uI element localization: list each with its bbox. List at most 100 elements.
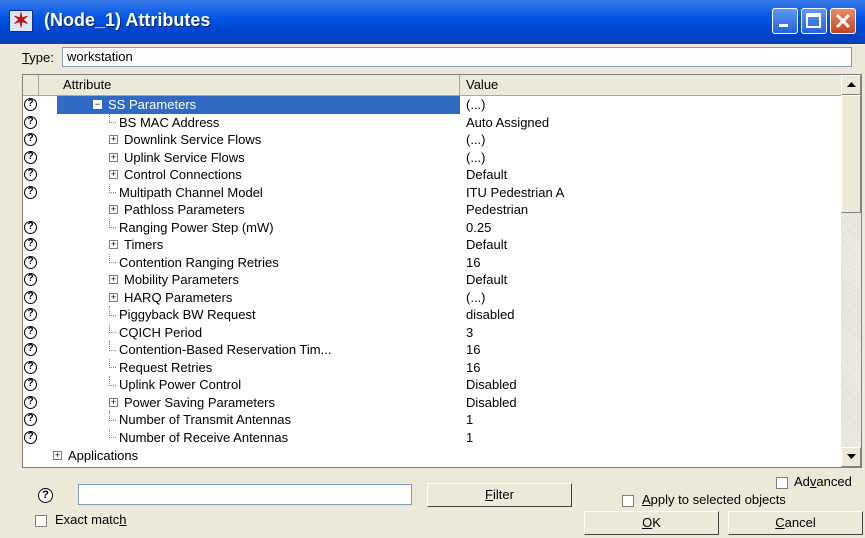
help-icon[interactable]: ? bbox=[24, 115, 37, 129]
help-icon[interactable]: ? bbox=[24, 238, 37, 251]
table-row[interactable]: ? + Timers Default bbox=[23, 236, 841, 254]
help-icon[interactable]: ? bbox=[24, 98, 37, 111]
expand-icon[interactable]: + bbox=[109, 292, 118, 302]
attribute-cell[interactable]: Number of Receive Antennas bbox=[57, 428, 460, 447]
scroll-thumb[interactable] bbox=[841, 95, 861, 213]
collapse-icon[interactable]: − bbox=[93, 100, 102, 110]
value-cell[interactable]: (...) bbox=[466, 131, 836, 149]
help-cell[interactable]: ? bbox=[23, 307, 38, 322]
value-cell[interactable]: 16 bbox=[466, 359, 836, 377]
cancel-button[interactable]: Cancel bbox=[728, 511, 863, 535]
help-icon[interactable]: ? bbox=[24, 360, 37, 374]
attribute-cell[interactable]: Multipath Channel Model bbox=[57, 183, 460, 202]
table-row[interactable]: ? + Downlink Service Flows (...) bbox=[23, 131, 841, 149]
help-cell[interactable]: ? bbox=[23, 360, 38, 375]
help-icon[interactable]: ? bbox=[24, 255, 37, 269]
header-value[interactable]: Value bbox=[460, 75, 841, 95]
exact-match-checkbox-box[interactable] bbox=[35, 514, 47, 527]
help-icon[interactable]: ? bbox=[24, 430, 37, 444]
value-cell[interactable]: (...) bbox=[466, 96, 836, 114]
help-cell[interactable]: ? bbox=[23, 430, 38, 445]
table-row[interactable]: ? + Control Connections Default bbox=[23, 166, 841, 184]
attribute-cell[interactable]: BS MAC Address bbox=[57, 113, 460, 132]
table-row[interactable]: ? − SS Parameters (...) bbox=[23, 96, 841, 114]
attribute-cell[interactable]: + Uplink Service Flows bbox=[57, 149, 460, 167]
scroll-down-button[interactable] bbox=[841, 447, 861, 467]
attribute-cell[interactable]: Contention Ranging Retries bbox=[57, 253, 460, 272]
help-icon[interactable]: ? bbox=[24, 395, 37, 409]
title-bar[interactable]: ✶ (Node_1) Attributes bbox=[0, 0, 865, 44]
expand-icon[interactable]: + bbox=[109, 135, 118, 145]
table-row[interactable]: + Pathloss Parameters Pedestrian bbox=[23, 201, 841, 219]
help-cell[interactable]: ? bbox=[23, 115, 38, 130]
help-icon[interactable]: ? bbox=[24, 273, 37, 286]
value-cell[interactable]: (...) bbox=[466, 149, 836, 167]
help-cell[interactable]: ? bbox=[23, 132, 38, 147]
value-cell[interactable]: 16 bbox=[466, 341, 836, 359]
value-cell[interactable]: Pedestrian bbox=[466, 201, 836, 219]
table-row[interactable]: ? + Uplink Service Flows (...) bbox=[23, 149, 841, 167]
table-row[interactable]: ? + Mobility Parameters Default bbox=[23, 271, 841, 289]
help-cell[interactable]: ? bbox=[23, 412, 38, 427]
expand-icon[interactable]: + bbox=[109, 152, 118, 162]
vertical-scrollbar[interactable] bbox=[841, 75, 861, 467]
attribute-cell[interactable]: Uplink Power Control bbox=[57, 376, 460, 394]
advanced-checkbox[interactable]: Advanced bbox=[776, 474, 852, 489]
table-row[interactable]: ? Request Retries 16 bbox=[23, 358, 841, 377]
help-icon[interactable]: ? bbox=[24, 413, 37, 426]
table-row[interactable]: ? + HARQ Parameters (...) bbox=[23, 289, 841, 307]
help-icon[interactable]: ? bbox=[24, 185, 37, 199]
attribute-cell[interactable]: CQICH Period bbox=[57, 323, 460, 342]
expand-icon[interactable]: + bbox=[109, 397, 118, 407]
help-cell[interactable]: ? bbox=[23, 220, 38, 235]
table-row[interactable]: ? CQICH Period 3 bbox=[23, 323, 841, 342]
advanced-checkbox-box[interactable] bbox=[776, 476, 788, 489]
help-cell[interactable]: ? bbox=[23, 377, 38, 392]
attribute-cell[interactable]: + HARQ Parameters bbox=[57, 289, 460, 307]
apply-checkbox-box[interactable] bbox=[622, 494, 634, 507]
value-cell[interactable]: ITU Pedestrian A bbox=[466, 184, 836, 202]
help-icon[interactable]: ? bbox=[24, 220, 37, 234]
attribute-cell[interactable]: + Timers bbox=[57, 236, 460, 254]
attribute-cell[interactable]: − SS Parameters bbox=[57, 96, 460, 114]
apply-to-selected-checkbox[interactable]: Apply to selected objects bbox=[622, 492, 786, 507]
expand-icon[interactable]: + bbox=[109, 240, 118, 250]
search-help-button[interactable]: ? bbox=[38, 488, 53, 503]
value-cell[interactable]: 16 bbox=[466, 254, 836, 272]
attribute-cell[interactable]: + Power Saving Parameters bbox=[57, 394, 460, 412]
search-input[interactable] bbox=[78, 484, 412, 505]
help-icon[interactable]: ? bbox=[24, 150, 37, 164]
value-cell[interactable]: Disabled bbox=[466, 394, 836, 412]
header-attribute[interactable]: Attribute bbox=[57, 75, 460, 95]
expand-icon[interactable]: + bbox=[109, 275, 118, 285]
table-row[interactable]: ? + Power Saving Parameters Disabled bbox=[23, 394, 841, 412]
help-icon[interactable]: ? bbox=[24, 133, 37, 146]
value-cell[interactable]: Default bbox=[466, 236, 836, 254]
help-cell[interactable]: ? bbox=[23, 272, 38, 287]
exact-match-checkbox[interactable]: Exact match bbox=[35, 512, 127, 527]
help-icon[interactable]: ? bbox=[24, 378, 37, 391]
attribute-cell[interactable]: + Control Connections bbox=[57, 166, 460, 184]
value-cell[interactable]: (...) bbox=[466, 289, 836, 307]
table-row[interactable]: ? BS MAC Address Auto Assigned bbox=[23, 113, 841, 132]
table-row[interactable]: ? Ranging Power Step (mW) 0.25 bbox=[23, 218, 841, 237]
help-cell[interactable]: ? bbox=[23, 237, 38, 252]
applications-row[interactable]: + Applications bbox=[53, 447, 138, 464]
table-row[interactable]: ? Contention Ranging Retries 16 bbox=[23, 253, 841, 272]
help-cell[interactable]: ? bbox=[23, 290, 38, 305]
help-cell[interactable] bbox=[23, 202, 38, 217]
value-cell[interactable]: 1 bbox=[466, 411, 836, 429]
help-cell[interactable]: ? bbox=[23, 325, 38, 340]
expand-icon[interactable]: + bbox=[53, 451, 62, 461]
table-row[interactable]: ? Multipath Channel Model ITU Pedestrian A bbox=[23, 183, 841, 202]
close-button[interactable] bbox=[830, 8, 856, 34]
attribute-cell[interactable]: + Downlink Service Flows bbox=[57, 131, 460, 149]
table-row[interactable]: ? Uplink Power Control Disabled bbox=[23, 376, 841, 394]
value-cell[interactable]: Default bbox=[466, 271, 836, 289]
scroll-up-button[interactable] bbox=[841, 75, 861, 95]
value-cell[interactable]: Default bbox=[466, 166, 836, 184]
attribute-cell[interactable]: + Mobility Parameters bbox=[57, 271, 460, 289]
value-cell[interactable]: 1 bbox=[466, 429, 836, 447]
table-row[interactable]: ? Piggyback BW Request disabled bbox=[23, 306, 841, 324]
filter-button[interactable]: Filter bbox=[427, 483, 572, 507]
